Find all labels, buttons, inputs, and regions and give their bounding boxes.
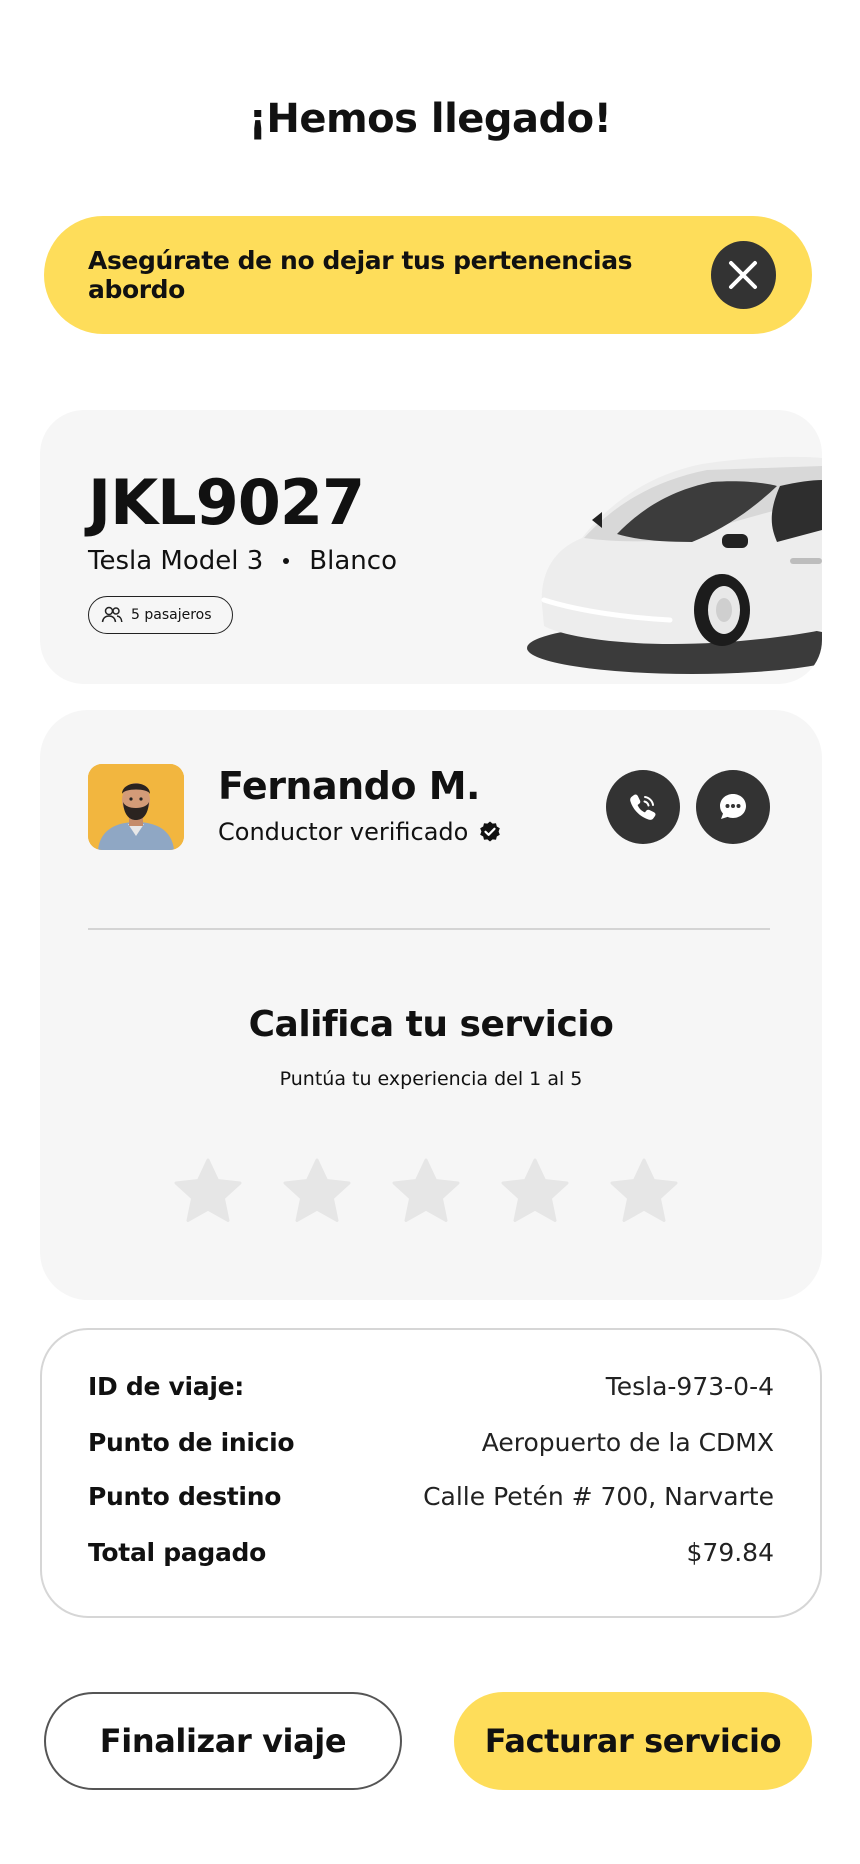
trip-row-value: Aeropuerto de la CDMX	[481, 1428, 774, 1457]
car-image	[527, 456, 822, 674]
belongings-banner: Asegúrate de no dejar tus pertenencias a…	[44, 216, 812, 334]
close-icon	[729, 261, 758, 289]
trip-row-value: Tesla-973-0-4	[605, 1372, 774, 1401]
separator-dot	[283, 558, 290, 564]
trip-row-label: Punto destino	[88, 1482, 282, 1511]
chat-driver-button[interactable]	[696, 770, 770, 844]
call-driver-button[interactable]	[606, 770, 680, 844]
license-plate: JKL9027	[88, 466, 365, 539]
invoice-service-button[interactable]: Facturar servicio	[454, 1692, 812, 1790]
star-icon-4[interactable]	[501, 1158, 569, 1224]
trip-row-destination: Punto destino Calle Petén # 700, Narvart…	[88, 1482, 774, 1511]
phone-icon	[630, 794, 656, 820]
trip-row-origin: Punto de inicio Aeropuerto de la CDMX	[88, 1428, 774, 1457]
trip-row-label: Punto de inicio	[88, 1428, 295, 1457]
vehicle-card: JKL9027 Tesla Model 3 Blanco 5 pasajeros	[40, 410, 822, 684]
rating-title: Califica tu servicio	[248, 1004, 614, 1045]
banner-text: Asegúrate de no dejar tus pertenencias a…	[88, 246, 633, 304]
star-icon-2[interactable]	[283, 1158, 351, 1224]
driver-status-text: Conductor verificado	[218, 818, 469, 846]
driver-photo	[88, 764, 184, 850]
vehicle-info: Tesla Model 3 Blanco	[88, 546, 397, 576]
trip-row-value: $79.84	[686, 1538, 774, 1567]
driver-verification: Conductor verificado	[218, 818, 502, 846]
star-rating	[174, 1158, 678, 1224]
trip-row-label: ID de viaje:	[88, 1372, 244, 1401]
finish-trip-button[interactable]: Finalizar viaje	[44, 1692, 402, 1790]
chat-icon	[720, 794, 746, 819]
vehicle-color: Blanco	[309, 546, 397, 576]
trip-details-card: ID de viaje: Tesla-973-0-4 Punto de inic…	[40, 1328, 822, 1618]
trip-row-label: Total pagado	[88, 1538, 267, 1567]
verified-badge-icon	[480, 821, 501, 842]
divider	[88, 928, 770, 930]
trip-row-id: ID de viaje: Tesla-973-0-4	[88, 1372, 774, 1401]
driver-card: Fernando M. Conductor verificado Calific…	[40, 710, 822, 1300]
star-icon-3[interactable]	[392, 1158, 460, 1224]
page-title: ¡Hemos llegado!	[248, 96, 612, 142]
users-icon	[101, 606, 123, 623]
driver-name: Fernando M.	[218, 764, 480, 808]
passenger-count: 5 pasajeros	[131, 607, 212, 623]
star-icon-1[interactable]	[174, 1158, 242, 1224]
trip-row-value: Calle Petén # 700, Narvarte	[423, 1482, 774, 1511]
driver-avatar	[88, 764, 184, 850]
star-icon-5[interactable]	[610, 1158, 678, 1224]
banner-close-button[interactable]	[710, 241, 776, 309]
rating-subtitle: Puntúa tu experiencia del 1 al 5	[279, 1068, 583, 1090]
trip-row-total: Total pagado $79.84	[88, 1538, 774, 1567]
vehicle-model: Tesla Model 3	[88, 546, 264, 576]
passenger-capacity-badge: 5 pasajeros	[88, 596, 233, 634]
